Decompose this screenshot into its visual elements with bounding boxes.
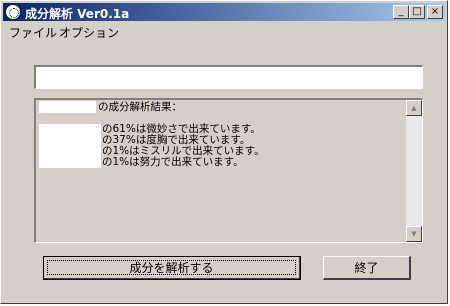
scroll-down-icon[interactable]: ▼ — [406, 226, 422, 242]
menu-options[interactable]: オプション — [59, 24, 119, 41]
name-input[interactable] — [34, 65, 423, 89]
result-header: の成分解析結果： — [98, 101, 182, 113]
exit-button-label: 終了 — [354, 261, 379, 275]
vertical-scrollbar[interactable]: ▲ ▼ — [406, 100, 422, 242]
focus-ring — [47, 260, 296, 275]
result-textarea[interactable]: の成分解析結果： の61%は微妙さで出来ています。 の37%は度胸で出来ています… — [34, 98, 423, 243]
window-title: 成分解析 Ver0.1a — [25, 7, 130, 21]
exit-button[interactable]: 終了 — [323, 256, 411, 280]
close-button[interactable]: × — [427, 5, 443, 19]
redacted-name — [39, 157, 101, 168]
title-bar: 成分解析 Ver0.1a _ □ × — [3, 3, 445, 21]
scroll-up-icon[interactable]: ▲ — [406, 100, 422, 116]
minimize-button[interactable]: _ — [393, 5, 409, 19]
app-window: 成分解析 Ver0.1a _ □ × ファイル オプション の成分解析結果： の… — [0, 0, 448, 304]
redacted-name — [39, 135, 101, 146]
maximize-button[interactable]: □ — [409, 5, 425, 19]
redacted-name — [39, 101, 96, 113]
analyze-button[interactable]: 成分を解析する — [43, 256, 301, 280]
redacted-name — [39, 124, 101, 135]
app-icon — [5, 4, 21, 20]
menu-bar: ファイル オプション — [3, 22, 445, 40]
menu-file[interactable]: ファイル — [9, 24, 57, 41]
redacted-name — [39, 146, 101, 157]
